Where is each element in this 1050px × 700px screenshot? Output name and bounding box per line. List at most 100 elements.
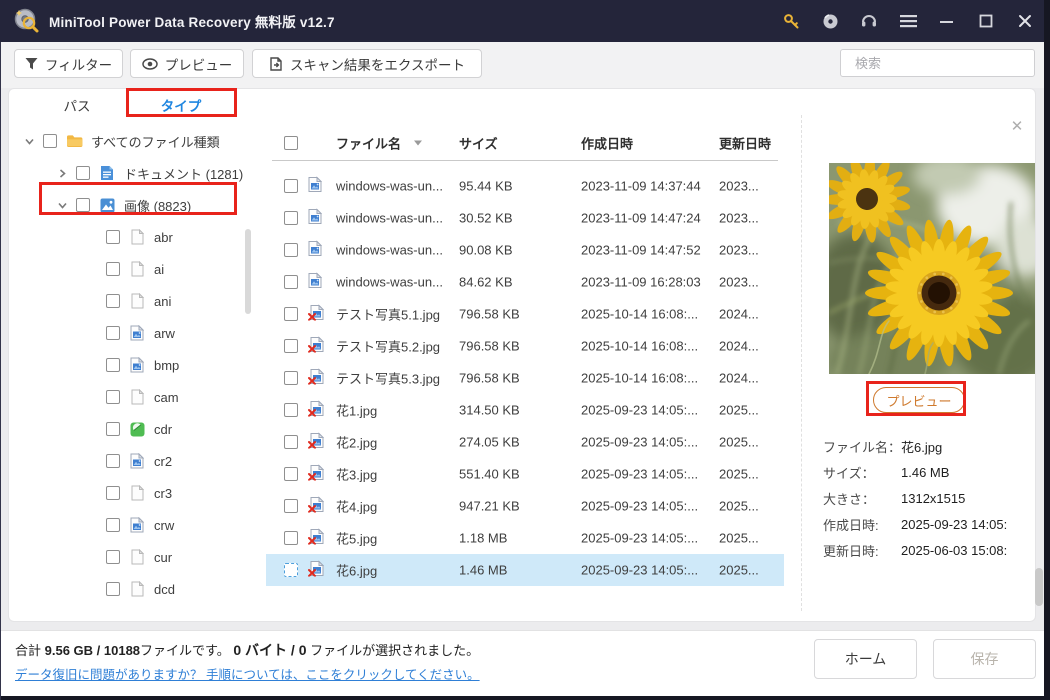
table-scrollbar-thumb[interactable] bbox=[1035, 568, 1043, 606]
tree-item[interactable]: 画像 (8823) bbox=[9, 189, 259, 221]
tree-item[interactable]: cr2 bbox=[9, 445, 259, 477]
table-row[interactable]: 花6.jpg 1.46 MB 2025-09-23 14:05:... 2025... bbox=[266, 554, 784, 586]
table-row[interactable]: 花1.jpg 314.50 KB 2025-09-23 14:05:... 2025.… bbox=[266, 394, 784, 426]
preview-image bbox=[829, 163, 1035, 374]
tree-item[interactable]: cam bbox=[9, 381, 259, 413]
preview-toggle-button[interactable]: プレビュー bbox=[130, 49, 244, 78]
export-scan-results-button[interactable]: スキャン結果をエクスポート bbox=[252, 49, 482, 78]
checkbox[interactable] bbox=[106, 390, 120, 404]
close-icon[interactable] bbox=[1016, 12, 1034, 30]
checkbox[interactable] bbox=[76, 166, 90, 180]
save-button[interactable]: 保存 bbox=[933, 639, 1036, 679]
table-row[interactable]: テスト写真5.3.jpg 796.58 KB 2025-10-14 16:08:..… bbox=[266, 362, 784, 394]
checkbox[interactable] bbox=[284, 531, 298, 545]
tree-item-label: crw bbox=[154, 517, 175, 533]
checkbox[interactable] bbox=[284, 243, 298, 257]
table-row[interactable]: テスト写真5.1.jpg 796.58 KB 2025-10-14 16:08:..… bbox=[266, 298, 784, 330]
tree-item[interactable]: ai bbox=[9, 253, 259, 285]
table-row[interactable]: 花3.jpg 551.40 KB 2025-09-23 14:05:... 2025.… bbox=[266, 458, 784, 490]
table-row[interactable]: テスト写真5.2.jpg 796.58 KB 2025-10-14 16:08:..… bbox=[266, 330, 784, 362]
checkbox[interactable] bbox=[284, 371, 298, 385]
tree-item[interactable]: crw bbox=[9, 509, 259, 541]
home-button[interactable]: ホーム bbox=[814, 639, 917, 679]
checkbox[interactable] bbox=[106, 422, 120, 436]
checkbox[interactable] bbox=[106, 518, 120, 532]
minimize-icon[interactable] bbox=[938, 12, 956, 30]
sort-desc-icon[interactable] bbox=[414, 140, 422, 146]
file-info-label: 作成日時: bbox=[823, 517, 879, 533]
created-date-cell: 2025-09-23 14:05:... bbox=[581, 498, 699, 514]
tree-item[interactable]: ani bbox=[9, 285, 259, 317]
tree-item[interactable]: cdr bbox=[9, 413, 259, 445]
tree-item[interactable]: bmp bbox=[9, 349, 259, 381]
checkbox[interactable] bbox=[43, 134, 57, 148]
checkbox[interactable] bbox=[284, 275, 298, 289]
checkbox[interactable] bbox=[284, 563, 298, 577]
menu-icon[interactable] bbox=[899, 12, 917, 30]
table-row[interactable]: windows-was-un... 84.62 KB 2023-11-09 16:2… bbox=[266, 266, 784, 298]
column-header-name[interactable]: ファイル名 bbox=[336, 134, 401, 153]
chevron-down-icon[interactable] bbox=[23, 135, 35, 147]
column-header-size[interactable]: サイズ bbox=[459, 134, 498, 153]
checkbox[interactable] bbox=[106, 294, 120, 308]
tab-path[interactable]: パス bbox=[25, 89, 129, 121]
column-header-created[interactable]: 作成日時 bbox=[581, 134, 633, 153]
table-row[interactable]: 花4.jpg 947.21 KB 2025-09-23 14:05:... 2025.… bbox=[266, 490, 784, 522]
help-link[interactable]: データ復旧に問題がありますか？ 手順については、ここをクリックしてください。 bbox=[15, 664, 480, 683]
image-file-icon bbox=[128, 356, 146, 374]
checkbox[interactable] bbox=[106, 486, 120, 500]
preview-button[interactable]: プレビュー bbox=[873, 387, 965, 413]
tab-type[interactable]: タイプ bbox=[129, 89, 233, 121]
select-all-checkbox[interactable] bbox=[284, 136, 298, 150]
tree-item[interactable]: dcd bbox=[9, 573, 259, 605]
checkbox[interactable] bbox=[106, 230, 120, 244]
chevron-right-icon[interactable] bbox=[56, 167, 68, 179]
tree-item[interactable]: arw bbox=[9, 317, 259, 349]
checkbox[interactable] bbox=[284, 307, 298, 321]
checkbox[interactable] bbox=[284, 499, 298, 513]
tree-item[interactable]: cr3 bbox=[9, 477, 259, 509]
disc-icon[interactable] bbox=[821, 12, 839, 30]
created-date-cell: 2025-09-23 14:05:... bbox=[581, 562, 699, 578]
table-row[interactable]: windows-was-un... 90.08 KB 2023-11-09 14:4… bbox=[266, 234, 784, 266]
checkbox[interactable] bbox=[284, 467, 298, 481]
maximize-icon[interactable] bbox=[977, 12, 995, 30]
checkbox[interactable] bbox=[284, 435, 298, 449]
tree-item[interactable]: abr bbox=[9, 221, 259, 253]
file-table-header: ファイル名 サイズ 作成日時 更新日時 bbox=[266, 125, 778, 161]
filter-button[interactable]: フィルター bbox=[14, 49, 123, 78]
file-name-cell: windows-was-un... bbox=[336, 178, 443, 194]
created-date-cell: 2025-10-14 16:08:... bbox=[581, 306, 699, 322]
search-box[interactable] bbox=[840, 49, 1035, 77]
file-info-value: 2025-06-03 15:08: bbox=[901, 542, 1008, 558]
checkbox[interactable] bbox=[76, 198, 90, 212]
window-frame-bottom bbox=[0, 696, 1050, 700]
checkbox[interactable] bbox=[106, 454, 120, 468]
checkbox[interactable] bbox=[106, 262, 120, 276]
modified-date-cell: 2023... bbox=[719, 210, 759, 226]
checkbox[interactable] bbox=[106, 358, 120, 372]
file-info-value: 1312x1515 bbox=[901, 490, 966, 506]
table-row[interactable]: 花2.jpg 274.05 KB 2025-09-23 14:05:... 2025.… bbox=[266, 426, 784, 458]
chevron-down-icon[interactable] bbox=[56, 199, 68, 211]
tree-item[interactable]: ドキュメント (1281) bbox=[9, 157, 259, 189]
search-input[interactable] bbox=[855, 55, 1031, 71]
tree-scrollbar-thumb[interactable] bbox=[245, 229, 251, 314]
tree-item[interactable]: cur bbox=[9, 541, 259, 573]
headset-icon[interactable] bbox=[860, 12, 878, 30]
checkbox[interactable] bbox=[284, 211, 298, 225]
checkbox[interactable] bbox=[106, 582, 120, 596]
checkbox[interactable] bbox=[284, 179, 298, 193]
preview-close-icon[interactable]: ✕ bbox=[1009, 119, 1025, 135]
checkbox[interactable] bbox=[106, 550, 120, 564]
file-name-cell: 花6.jpg bbox=[336, 563, 378, 579]
checkbox[interactable] bbox=[106, 326, 120, 340]
checkbox[interactable] bbox=[284, 403, 298, 417]
tree-item[interactable]: すべてのファイル種類 bbox=[9, 125, 259, 157]
table-row[interactable]: windows-was-un... 30.52 KB 2023-11-09 14:4… bbox=[266, 202, 784, 234]
table-row[interactable]: windows-was-un... 95.44 KB 2023-11-09 14:3… bbox=[266, 170, 784, 202]
column-header-modified[interactable]: 更新日時 bbox=[719, 134, 771, 153]
checkbox[interactable] bbox=[284, 339, 298, 353]
key-icon[interactable] bbox=[782, 12, 800, 30]
table-row[interactable]: 花5.jpg 1.18 MB 2025-09-23 14:05:... 2025... bbox=[266, 522, 784, 554]
